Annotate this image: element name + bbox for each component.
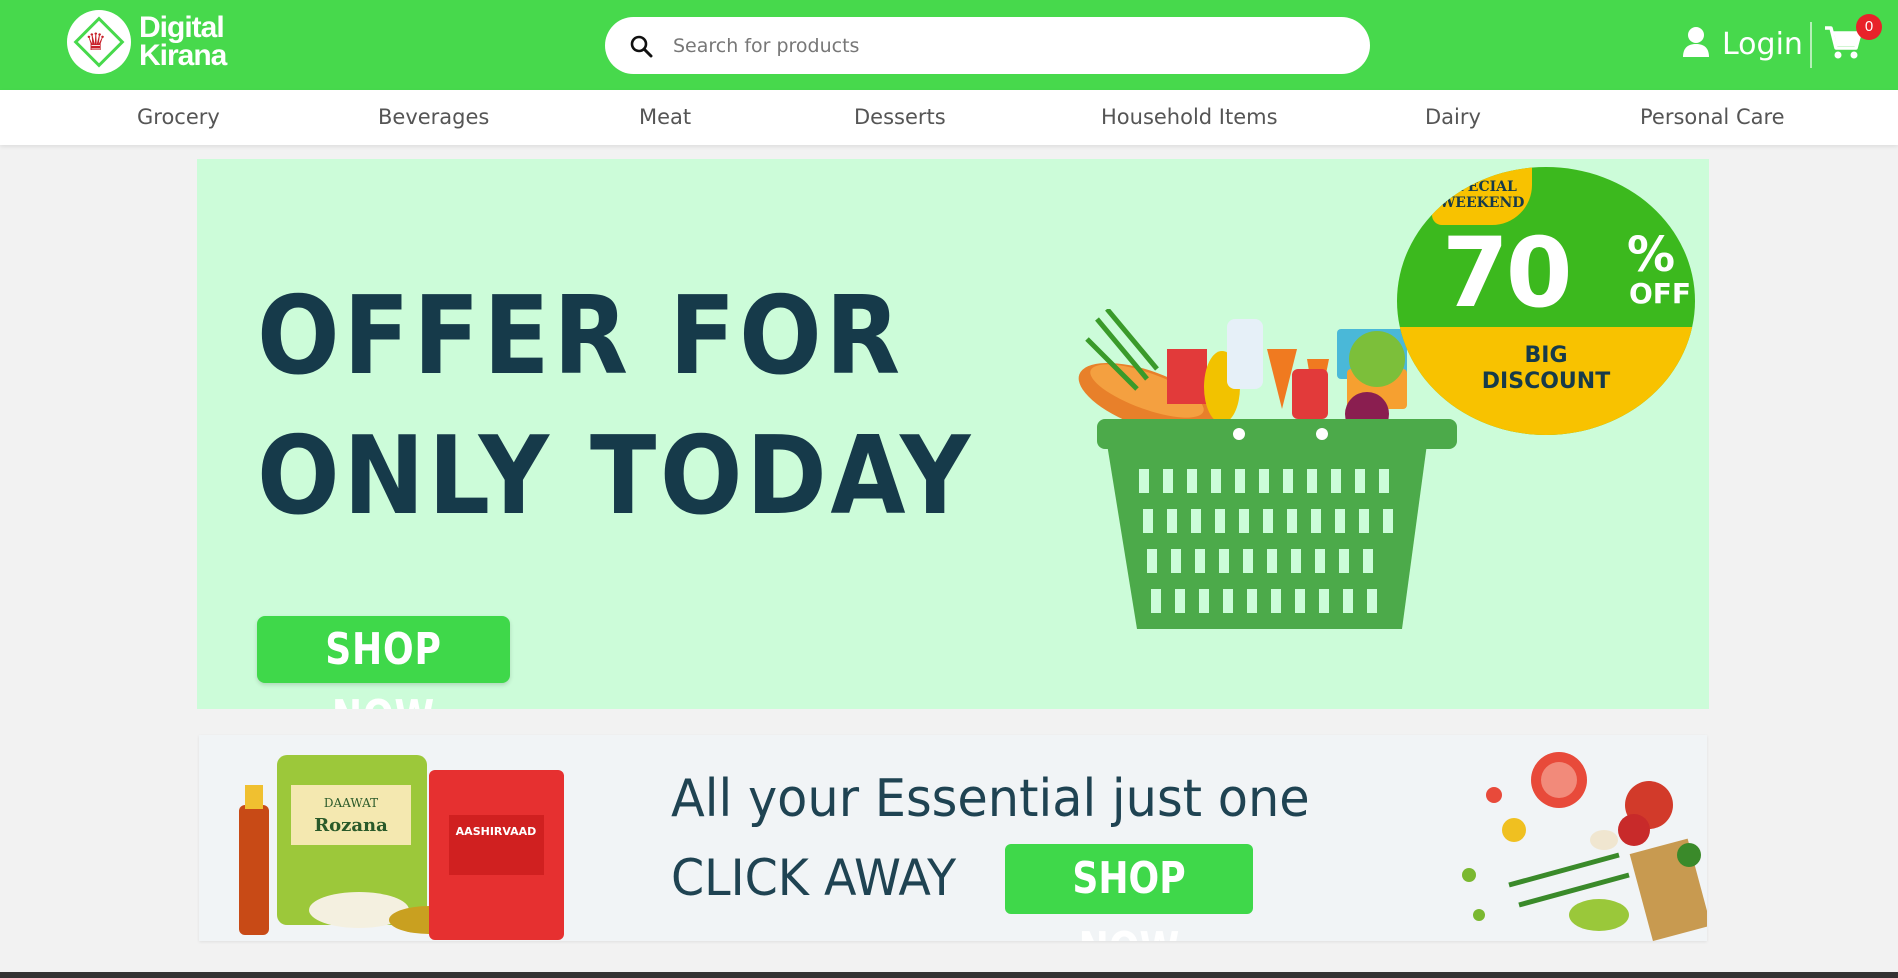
big-line1: BIG	[1524, 343, 1568, 368]
aashirvaad-label: AASHIRVAAD	[456, 825, 537, 838]
nav-item-beverages[interactable]: Beverages	[378, 105, 489, 129]
hero-title: OFFER FOR ONLY TODAY	[257, 267, 974, 547]
login-label: Login	[1722, 27, 1803, 62]
logo-text-line2: Kirana	[139, 39, 227, 72]
essentials-banner[interactable]: DAAWAT Rozana AASHIRVAAD All your Essent…	[199, 735, 1707, 941]
bottom-bar	[0, 972, 1898, 978]
hero-banner[interactable]: OFFER FOR ONLY TODAY SHOP NOW	[197, 159, 1709, 709]
discount-off: OFF	[1629, 277, 1692, 310]
nav-item-desserts[interactable]: Desserts	[854, 105, 946, 129]
user-icon	[1682, 26, 1710, 63]
discount-circle: SPECIAL WEEKEND 70 % OFF BIG DISCOUNT	[1397, 167, 1695, 435]
nav-item-personal-care[interactable]: Personal Care	[1640, 105, 1785, 129]
big-line2: DISCOUNT	[1481, 369, 1611, 394]
banner2-line1: All your Essential just one	[671, 769, 1310, 829]
banner2-line2: CLICK AWAY	[671, 849, 957, 907]
search-input[interactable]	[673, 34, 1353, 57]
search-bar[interactable]	[605, 17, 1370, 74]
hero-title-line1: OFFER FOR	[257, 274, 904, 399]
category-nav: Grocery Beverages Meat Desserts Househol…	[0, 90, 1898, 145]
nav-item-meat[interactable]: Meat	[639, 105, 691, 129]
logo-crown-icon: ♛	[85, 28, 107, 56]
cart-count-badge: 0	[1856, 14, 1882, 40]
products-illustration: DAAWAT Rozana AASHIRVAAD	[239, 755, 564, 940]
discount-badge: SPECIAL WEEKEND 70 % OFF BIG DISCOUNT	[1397, 167, 1695, 435]
rozana-label: Rozana	[314, 815, 388, 836]
discount-percent-sign: %	[1627, 227, 1676, 283]
logo-text-line1: Digital	[139, 11, 225, 44]
logo-text: Digital Kirana	[139, 11, 227, 72]
vegetables-illustration	[1462, 752, 1707, 941]
banner2-shop-now-label: SHOP NOW	[1072, 853, 1186, 941]
search-icon[interactable]	[629, 34, 653, 58]
login-button[interactable]: Login	[1682, 26, 1803, 63]
cart-icon	[1823, 26, 1863, 64]
hero-title-line2: ONLY TODAY	[257, 414, 974, 539]
logo-badge: ♛	[67, 10, 131, 74]
daawat-label: DAAWAT	[324, 796, 378, 810]
big-discount-text: BIG DISCOUNT	[1397, 343, 1695, 395]
hero-shop-now-button[interactable]: SHOP NOW	[257, 616, 510, 709]
nav-item-dairy[interactable]: Dairy	[1425, 105, 1481, 129]
hero-shop-now-label: SHOP NOW	[325, 624, 442, 709]
header-divider	[1810, 22, 1812, 68]
discount-percent: 70	[1442, 217, 1573, 329]
special-line1: SPECIAL	[1447, 179, 1517, 195]
special-line2: WEEKEND	[1439, 195, 1525, 211]
brand-logo[interactable]: ♛ Digital Kirana	[67, 10, 227, 74]
nav-item-grocery[interactable]: Grocery	[137, 105, 220, 129]
nav-item-household-items[interactable]: Household Items	[1101, 105, 1278, 129]
banner2-shop-now-button[interactable]: SHOP NOW	[1005, 844, 1253, 941]
top-header: ♛ Digital Kirana Login	[0, 0, 1898, 90]
